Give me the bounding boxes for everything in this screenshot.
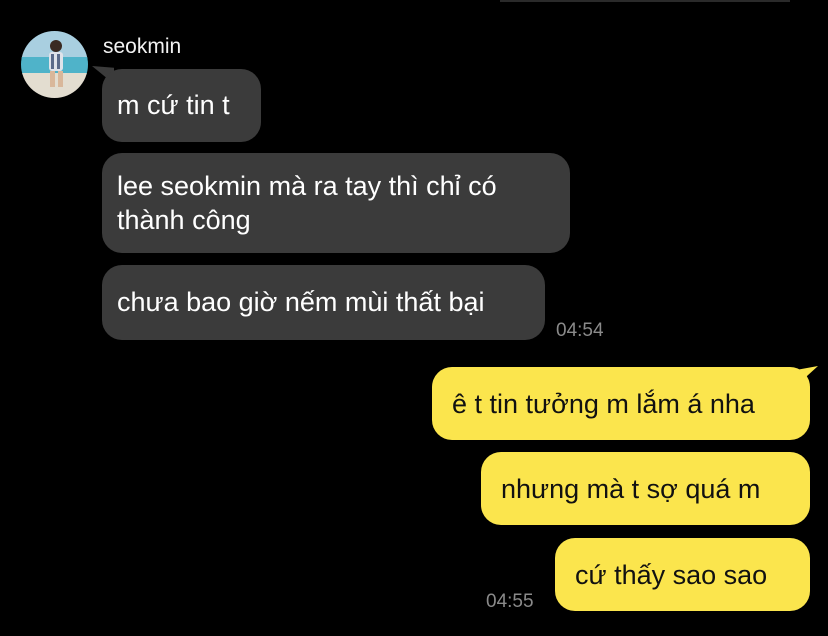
incoming-message-3[interactable]: chưa bao giờ nếm mùi thất bại [102, 265, 545, 340]
message-text: m cứ tin t [117, 90, 230, 120]
message-text: cứ thấy sao sao [575, 560, 768, 590]
top-divider [500, 0, 790, 2]
message-text: chưa bao giờ nếm mùi thất bại [117, 287, 485, 317]
outgoing-message-2[interactable]: nhưng mà t sợ quá m [481, 452, 810, 525]
avatar[interactable] [21, 31, 88, 98]
message-text-line-2: thành công [117, 205, 251, 235]
message-text: nhưng mà t sợ quá m [501, 474, 761, 504]
outgoing-timestamp: 04:55 [486, 591, 534, 612]
message-text: ê t tin tưởng m lắm á nha [452, 389, 755, 419]
outgoing-message-1[interactable]: ê t tin tưởng m lắm á nha [432, 367, 810, 440]
incoming-timestamp: 04:54 [556, 320, 604, 341]
incoming-message-2[interactable]: lee seokmin mà ra tay thì chỉ có thành c… [102, 153, 570, 253]
outgoing-message-3[interactable]: cứ thấy sao sao [555, 538, 810, 611]
avatar-photo [21, 31, 88, 98]
sender-name: seokmin [103, 35, 182, 58]
message-text-line-1: lee seokmin mà ra tay thì chỉ có [117, 171, 497, 201]
incoming-message-1[interactable]: m cứ tin t [102, 69, 261, 142]
